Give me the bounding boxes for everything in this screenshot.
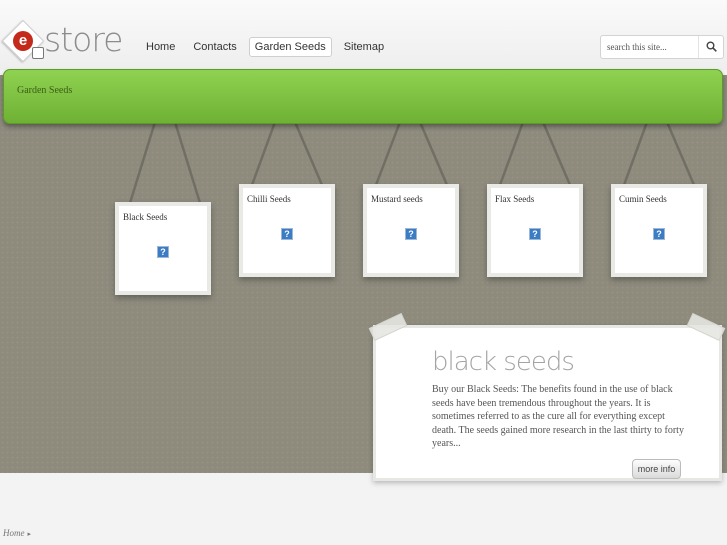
feature-panel: black seeds Buy our Black Seeds: The ben… bbox=[368, 313, 726, 479]
nav-garden-seeds[interactable]: Garden Seeds bbox=[248, 37, 332, 57]
product-card-black-seeds[interactable]: Black Seeds ? bbox=[119, 206, 207, 291]
category-banner: Garden Seeds bbox=[3, 69, 723, 124]
search-input[interactable] bbox=[601, 36, 697, 58]
nav-home[interactable]: Home bbox=[140, 37, 181, 57]
product-title: Mustard seeds bbox=[371, 194, 423, 204]
logo-e-icon: e bbox=[13, 31, 33, 51]
product-card-chilli-seeds[interactable]: Chilli Seeds ? bbox=[243, 188, 331, 273]
product-card-flax-seeds[interactable]: Flax Seeds ? bbox=[491, 188, 579, 273]
search-button[interactable] bbox=[698, 36, 724, 58]
image-placeholder-icon: ? bbox=[157, 246, 169, 258]
search-box bbox=[600, 35, 724, 59]
main-nav: Home Contacts Garden Seeds Sitemap bbox=[140, 37, 396, 57]
product-title: Black Seeds bbox=[123, 212, 168, 222]
product-title: Cumin Seeds bbox=[619, 194, 667, 204]
banner-breadcrumb[interactable]: Garden Seeds bbox=[17, 84, 72, 98]
nav-contacts[interactable]: Contacts bbox=[187, 37, 242, 57]
more-info-button[interactable]: more info bbox=[632, 459, 681, 479]
image-placeholder-icon: ? bbox=[281, 228, 293, 240]
breadcrumb-arrow-icon: ▸ bbox=[27, 530, 32, 538]
image-placeholder-icon: ? bbox=[405, 228, 417, 240]
image-placeholder-icon: ? bbox=[529, 228, 541, 240]
logo-text: store bbox=[44, 20, 123, 59]
product-card-mustard-seeds[interactable]: Mustard seeds ? bbox=[367, 188, 455, 273]
feature-title: black seeds bbox=[432, 347, 575, 377]
cursor-icon bbox=[32, 47, 44, 59]
site-header: e store Home Contacts Garden Seeds Sitem… bbox=[0, 0, 727, 70]
product-card-cumin-seeds[interactable]: Cumin Seeds ? bbox=[615, 188, 703, 273]
product-title: Chilli Seeds bbox=[247, 194, 291, 204]
product-title: Flax Seeds bbox=[495, 194, 535, 204]
feature-description: Buy our Black Seeds: The benefits found … bbox=[432, 384, 684, 449]
nav-sitemap[interactable]: Sitemap bbox=[338, 37, 390, 57]
site-logo[interactable]: e store bbox=[1, 19, 129, 66]
search-icon bbox=[706, 41, 717, 52]
footer-breadcrumb: Home ▸ bbox=[3, 527, 31, 540]
footer-home-link[interactable]: Home bbox=[3, 528, 25, 538]
image-placeholder-icon: ? bbox=[653, 228, 665, 240]
